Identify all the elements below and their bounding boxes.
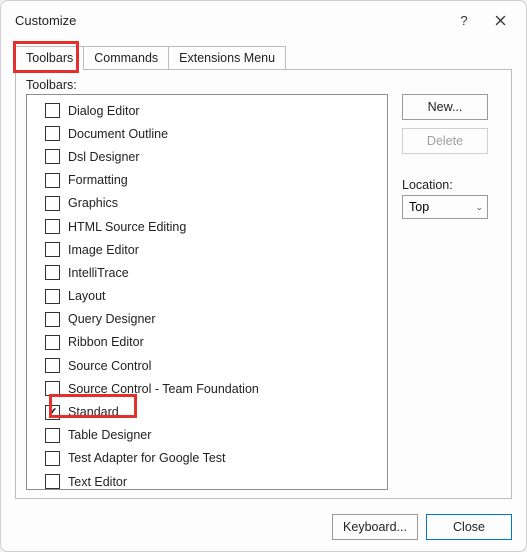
list-item-label: Document Outline xyxy=(68,127,168,141)
tab-commands[interactable]: Commands xyxy=(83,46,169,70)
delete-button: Delete xyxy=(402,128,488,154)
list-item[interactable]: Layout xyxy=(31,285,383,308)
checkbox-icon[interactable] xyxy=(45,358,60,373)
checkbox-icon[interactable] xyxy=(45,451,60,466)
list-item-label: Layout xyxy=(68,289,106,303)
list-item-label: Text Editor xyxy=(68,475,127,489)
list-item-label: Table Designer xyxy=(68,428,151,442)
location-select[interactable]: Top ⌄ xyxy=(402,195,488,219)
list-item-label: HTML Source Editing xyxy=(68,220,186,234)
list-item[interactable]: Test Adapter for Google Test xyxy=(31,447,383,470)
dialog-title: Customize xyxy=(15,13,446,28)
checkbox-icon[interactable] xyxy=(45,312,60,327)
list-item-label: Graphics xyxy=(68,196,118,210)
checkbox-icon[interactable] xyxy=(45,289,60,304)
list-item[interactable]: IntelliTrace xyxy=(31,261,383,284)
toolbars-listbox[interactable]: Dialog Editor Document Outline Dsl Designe… xyxy=(26,94,388,490)
list-item[interactable]: Source Control - Team Foundation xyxy=(31,377,383,400)
new-button[interactable]: New... xyxy=(402,94,488,120)
list-item[interactable]: Dialog Editor xyxy=(31,99,383,122)
keyboard-button[interactable]: Keyboard... xyxy=(332,514,418,540)
list-item[interactable]: Source Control xyxy=(31,354,383,377)
location-value: Top xyxy=(409,200,429,214)
tab-toolbars[interactable]: Toolbars xyxy=(15,46,84,70)
checkbox-icon[interactable] xyxy=(45,265,60,280)
location-label: Location: xyxy=(402,178,488,192)
list-item-label: Image Editor xyxy=(68,243,139,257)
list-item-label: Query Designer xyxy=(68,312,156,326)
checkbox-icon[interactable] xyxy=(45,474,60,489)
close-button[interactable]: Close xyxy=(426,514,512,540)
tab-page-toolbars: Toolbars: Dialog EditorDocument OutlineD… xyxy=(15,69,512,499)
list-item[interactable]: Formatting xyxy=(31,169,383,192)
list-item-label: Source Control xyxy=(68,359,151,373)
list-item-label: Source Control - Team Foundation xyxy=(68,382,259,396)
checkbox-icon[interactable] xyxy=(45,428,60,443)
list-item-label: Dsl Designer xyxy=(68,150,140,164)
list-item-label: Dialog Editor xyxy=(68,104,140,118)
chevron-down-icon: ⌄ xyxy=(475,202,483,213)
list-item[interactable]: Standard xyxy=(31,400,383,423)
list-item[interactable]: Dsl Designer xyxy=(31,145,383,168)
list-item-label: Formatting xyxy=(68,173,128,187)
titlebar: Customize ? xyxy=(1,1,526,39)
list-item[interactable]: Image Editor xyxy=(31,238,383,261)
checkbox-icon[interactable] xyxy=(45,219,60,234)
checkbox-icon[interactable] xyxy=(45,405,60,420)
list-item[interactable]: Graphics xyxy=(31,192,383,215)
list-item[interactable]: Document Outline xyxy=(31,122,383,145)
close-icon xyxy=(495,15,506,26)
help-button[interactable]: ? xyxy=(446,6,482,34)
list-item[interactable]: Text Editor xyxy=(31,470,383,490)
checkbox-icon[interactable] xyxy=(45,381,60,396)
checkbox-icon[interactable] xyxy=(45,103,60,118)
checkbox-icon[interactable] xyxy=(45,335,60,350)
list-item-label: IntelliTrace xyxy=(68,266,129,280)
window-close-button[interactable] xyxy=(482,6,518,34)
checkbox-icon[interactable] xyxy=(45,196,60,211)
checkbox-icon[interactable] xyxy=(45,173,60,188)
list-item[interactable]: Query Designer xyxy=(31,308,383,331)
list-item[interactable]: Ribbon Editor xyxy=(31,331,383,354)
tab-extensions-menu[interactable]: Extensions Menu xyxy=(168,46,286,70)
tab-strip: Toolbars Commands Extensions Menu xyxy=(15,45,512,69)
list-item-label: Standard xyxy=(68,405,119,419)
list-item-label: Test Adapter for Google Test xyxy=(68,451,226,465)
content-area: Toolbars Commands Extensions Menu Toolba… xyxy=(1,39,526,503)
list-item[interactable]: Table Designer xyxy=(31,424,383,447)
customize-dialog: Customize ? Toolbars Commands Extensions… xyxy=(0,0,527,552)
list-item-label: Ribbon Editor xyxy=(68,335,144,349)
checkbox-icon[interactable] xyxy=(45,126,60,141)
list-item[interactable]: HTML Source Editing xyxy=(31,215,383,238)
toolbars-list-label: Toolbars: xyxy=(26,78,501,92)
checkbox-icon[interactable] xyxy=(45,149,60,164)
checkbox-icon[interactable] xyxy=(45,242,60,257)
side-panel: New... Delete Location: Top ⌄ xyxy=(402,94,488,490)
dialog-footer: Keyboard... Close xyxy=(1,503,526,551)
